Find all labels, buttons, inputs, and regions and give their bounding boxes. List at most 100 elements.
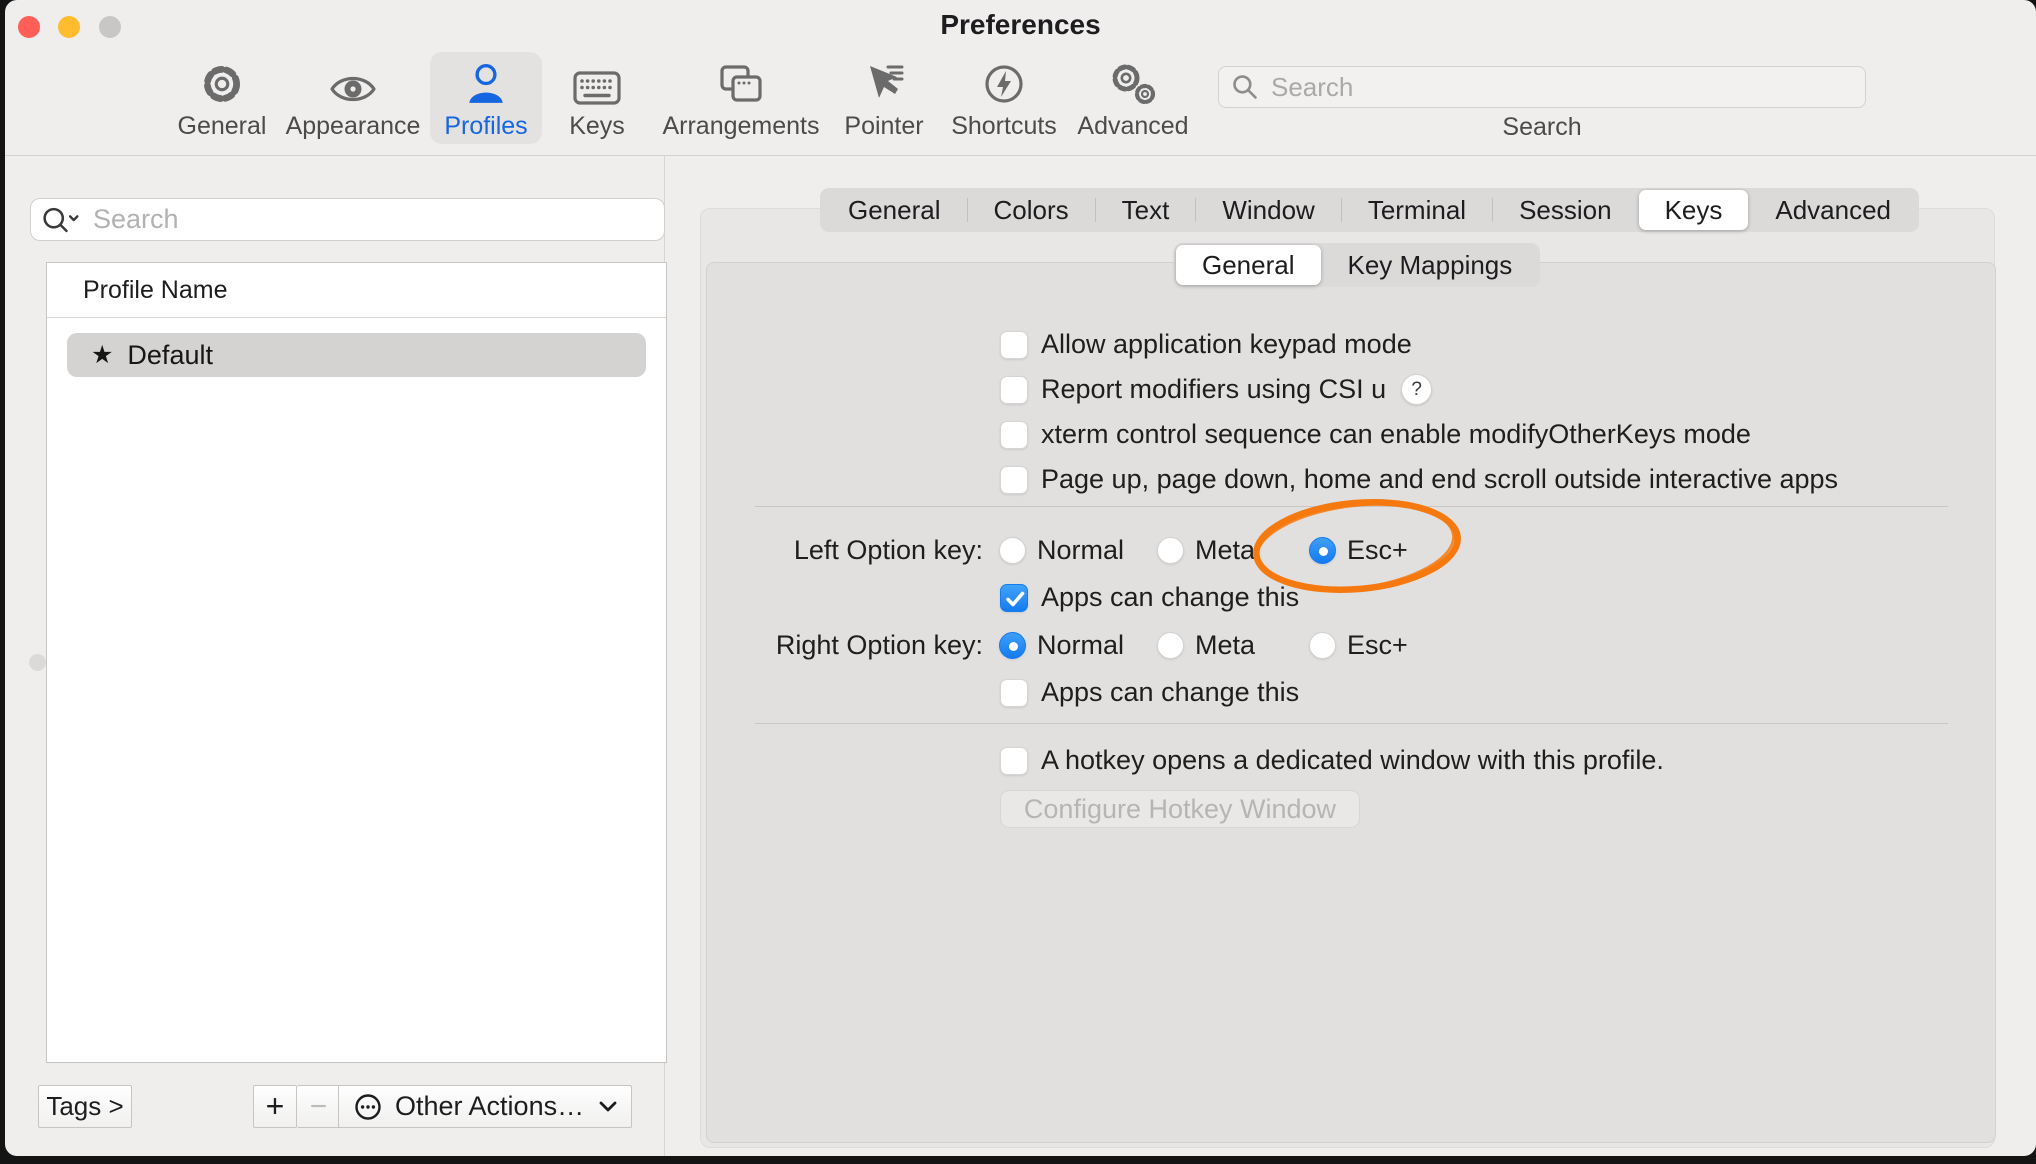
window-title: Preferences — [5, 9, 2036, 41]
radio-button[interactable] — [999, 537, 1026, 564]
radio-right-meta[interactable]: Meta — [1157, 630, 1309, 661]
checkbox-label: Report modifiers using CSI u — [1041, 374, 1386, 405]
left-option-key-label: Left Option key: — [706, 535, 983, 566]
tags-button[interactable]: Tags > — [38, 1085, 132, 1128]
radio-label: Normal — [1037, 535, 1124, 566]
profile-search-field[interactable] — [30, 198, 665, 241]
remove-profile-button[interactable]: − — [297, 1085, 341, 1128]
add-profile-button[interactable]: + — [253, 1085, 297, 1128]
checkbox[interactable] — [1000, 747, 1028, 775]
toolbar-item-keys[interactable]: Keys — [522, 55, 672, 150]
checkbox[interactable] — [1000, 376, 1028, 404]
configure-hotkey-window-button[interactable]: Configure Hotkey Window — [1000, 790, 1360, 828]
checkbox-row-modifyotherkeys[interactable]: xterm control sequence can enable modify… — [706, 412, 1996, 457]
toolbar-search-label: Search — [1218, 113, 1866, 142]
toolbar-item-advanced[interactable]: Advanced — [1058, 55, 1208, 150]
toolbar-label: Shortcuts — [951, 112, 1057, 141]
radio-label: Normal — [1037, 630, 1124, 661]
profile-name: Default — [127, 340, 213, 371]
help-button[interactable]: ? — [1401, 374, 1432, 405]
left-option-key-row: Left Option key: Normal Meta Esc+ — [706, 525, 1996, 575]
radio-left-esc[interactable]: Esc+ — [1309, 535, 1408, 566]
default-star-icon: ★ — [91, 340, 113, 370]
checkbox-row-csi-u[interactable]: Report modifiers using CSI u ? — [706, 367, 1996, 412]
chevron-down-icon — [599, 1101, 617, 1113]
checkbox-row-page-scroll[interactable]: Page up, page down, home and end scroll … — [706, 457, 1996, 502]
tab-session[interactable]: Session — [1493, 190, 1638, 230]
profile-row-default[interactable]: ★ Default — [67, 333, 646, 377]
checkbox-label: Page up, page down, home and end scroll … — [1041, 464, 1838, 495]
profile-list-panel: Profile Name ★ Default — [46, 262, 667, 1063]
checkbox-row-keypad[interactable]: Allow application keypad mode — [706, 322, 1996, 367]
right-apps-change-row[interactable]: Apps can change this — [706, 670, 1996, 715]
tab-keys[interactable]: Keys — [1639, 190, 1749, 230]
bolt-circle-icon — [981, 55, 1027, 107]
right-option-key-row: Right Option key: Normal Meta Esc+ — [706, 620, 1996, 670]
radio-right-normal[interactable]: Normal — [999, 630, 1157, 661]
ellipsis-circle-icon — [353, 1092, 383, 1122]
toolbar-label: General — [178, 112, 267, 141]
toolbar-label: Profiles — [444, 112, 527, 141]
gears-icon — [1108, 55, 1158, 107]
radio-button-selected[interactable] — [999, 632, 1026, 659]
tab-text[interactable]: Text — [1096, 190, 1196, 230]
checkbox-checked[interactable] — [1000, 584, 1028, 612]
radio-button-selected[interactable] — [1309, 537, 1336, 564]
windows-icon — [718, 55, 764, 107]
add-remove-group: + − — [253, 1085, 341, 1128]
radio-label: Esc+ — [1347, 630, 1408, 661]
other-actions-label: Other Actions… — [395, 1091, 593, 1122]
checkbox-label: A hotkey opens a dedicated window with t… — [1041, 745, 1664, 776]
gear-icon — [199, 55, 245, 107]
right-option-key-label: Right Option key: — [706, 630, 983, 661]
toolbar-label: Appearance — [286, 112, 421, 141]
eye-icon — [328, 55, 378, 107]
radio-label: Meta — [1195, 630, 1255, 661]
radio-right-esc[interactable]: Esc+ — [1309, 630, 1408, 661]
toolbar-item-appearance[interactable]: Appearance — [278, 55, 428, 150]
person-icon — [463, 55, 509, 107]
left-apps-change-row[interactable]: Apps can change this — [706, 575, 1996, 620]
checkbox-label: Apps can change this — [1041, 582, 1299, 613]
tab-terminal[interactable]: Terminal — [1342, 190, 1492, 230]
other-actions-dropdown[interactable]: Other Actions… — [338, 1085, 632, 1128]
search-icon — [1231, 73, 1259, 101]
tab-colors[interactable]: Colors — [968, 190, 1095, 230]
radio-button[interactable] — [1157, 632, 1184, 659]
profile-search-input[interactable] — [91, 203, 654, 236]
keyboard-icon — [572, 55, 622, 107]
profile-list-header: Profile Name — [47, 263, 666, 318]
toolbar-label: Advanced — [1077, 112, 1188, 141]
radio-label: Meta — [1195, 535, 1255, 566]
divider — [755, 723, 1948, 724]
radio-button[interactable] — [1157, 537, 1184, 564]
toolbar-label: Arrangements — [662, 112, 819, 141]
search-scope-icon — [41, 205, 81, 235]
radio-left-normal[interactable]: Normal — [999, 535, 1157, 566]
toolbar-search-input[interactable] — [1269, 71, 1853, 104]
tab-window[interactable]: Window — [1196, 190, 1340, 230]
checkbox[interactable] — [1000, 331, 1028, 359]
tab-general[interactable]: General — [822, 190, 967, 230]
toolbar-item-shortcuts[interactable]: Shortcuts — [929, 55, 1079, 150]
checkbox[interactable] — [1000, 679, 1028, 707]
hotkey-row[interactable]: A hotkey opens a dedicated window with t… — [706, 738, 1996, 783]
radio-left-meta[interactable]: Meta — [1157, 535, 1309, 566]
checkbox-label: xterm control sequence can enable modify… — [1041, 419, 1751, 450]
keys-general-content: Allow application keypad mode Report mod… — [706, 262, 1996, 828]
toolbar-label: Pointer — [844, 112, 923, 141]
preferences-window: Preferences General Appearance Profiles … — [5, 0, 2036, 1156]
radio-label: Esc+ — [1347, 535, 1408, 566]
checkbox[interactable] — [1000, 421, 1028, 449]
toolbar-item-arrangements[interactable]: Arrangements — [666, 55, 816, 150]
checkbox-label: Allow application keypad mode — [1041, 329, 1412, 360]
titlebar: Preferences — [5, 0, 2036, 50]
checkbox[interactable] — [1000, 466, 1028, 494]
splitter-handle[interactable] — [29, 654, 46, 671]
checkbox-label: Apps can change this — [1041, 677, 1299, 708]
toolbar-item-general[interactable]: General — [147, 55, 297, 150]
toolbar-search-field[interactable] — [1218, 66, 1866, 108]
radio-button[interactable] — [1309, 632, 1336, 659]
profile-tabs: General Colors Text Window Terminal Sess… — [820, 188, 1919, 232]
tab-advanced[interactable]: Advanced — [1749, 190, 1917, 230]
